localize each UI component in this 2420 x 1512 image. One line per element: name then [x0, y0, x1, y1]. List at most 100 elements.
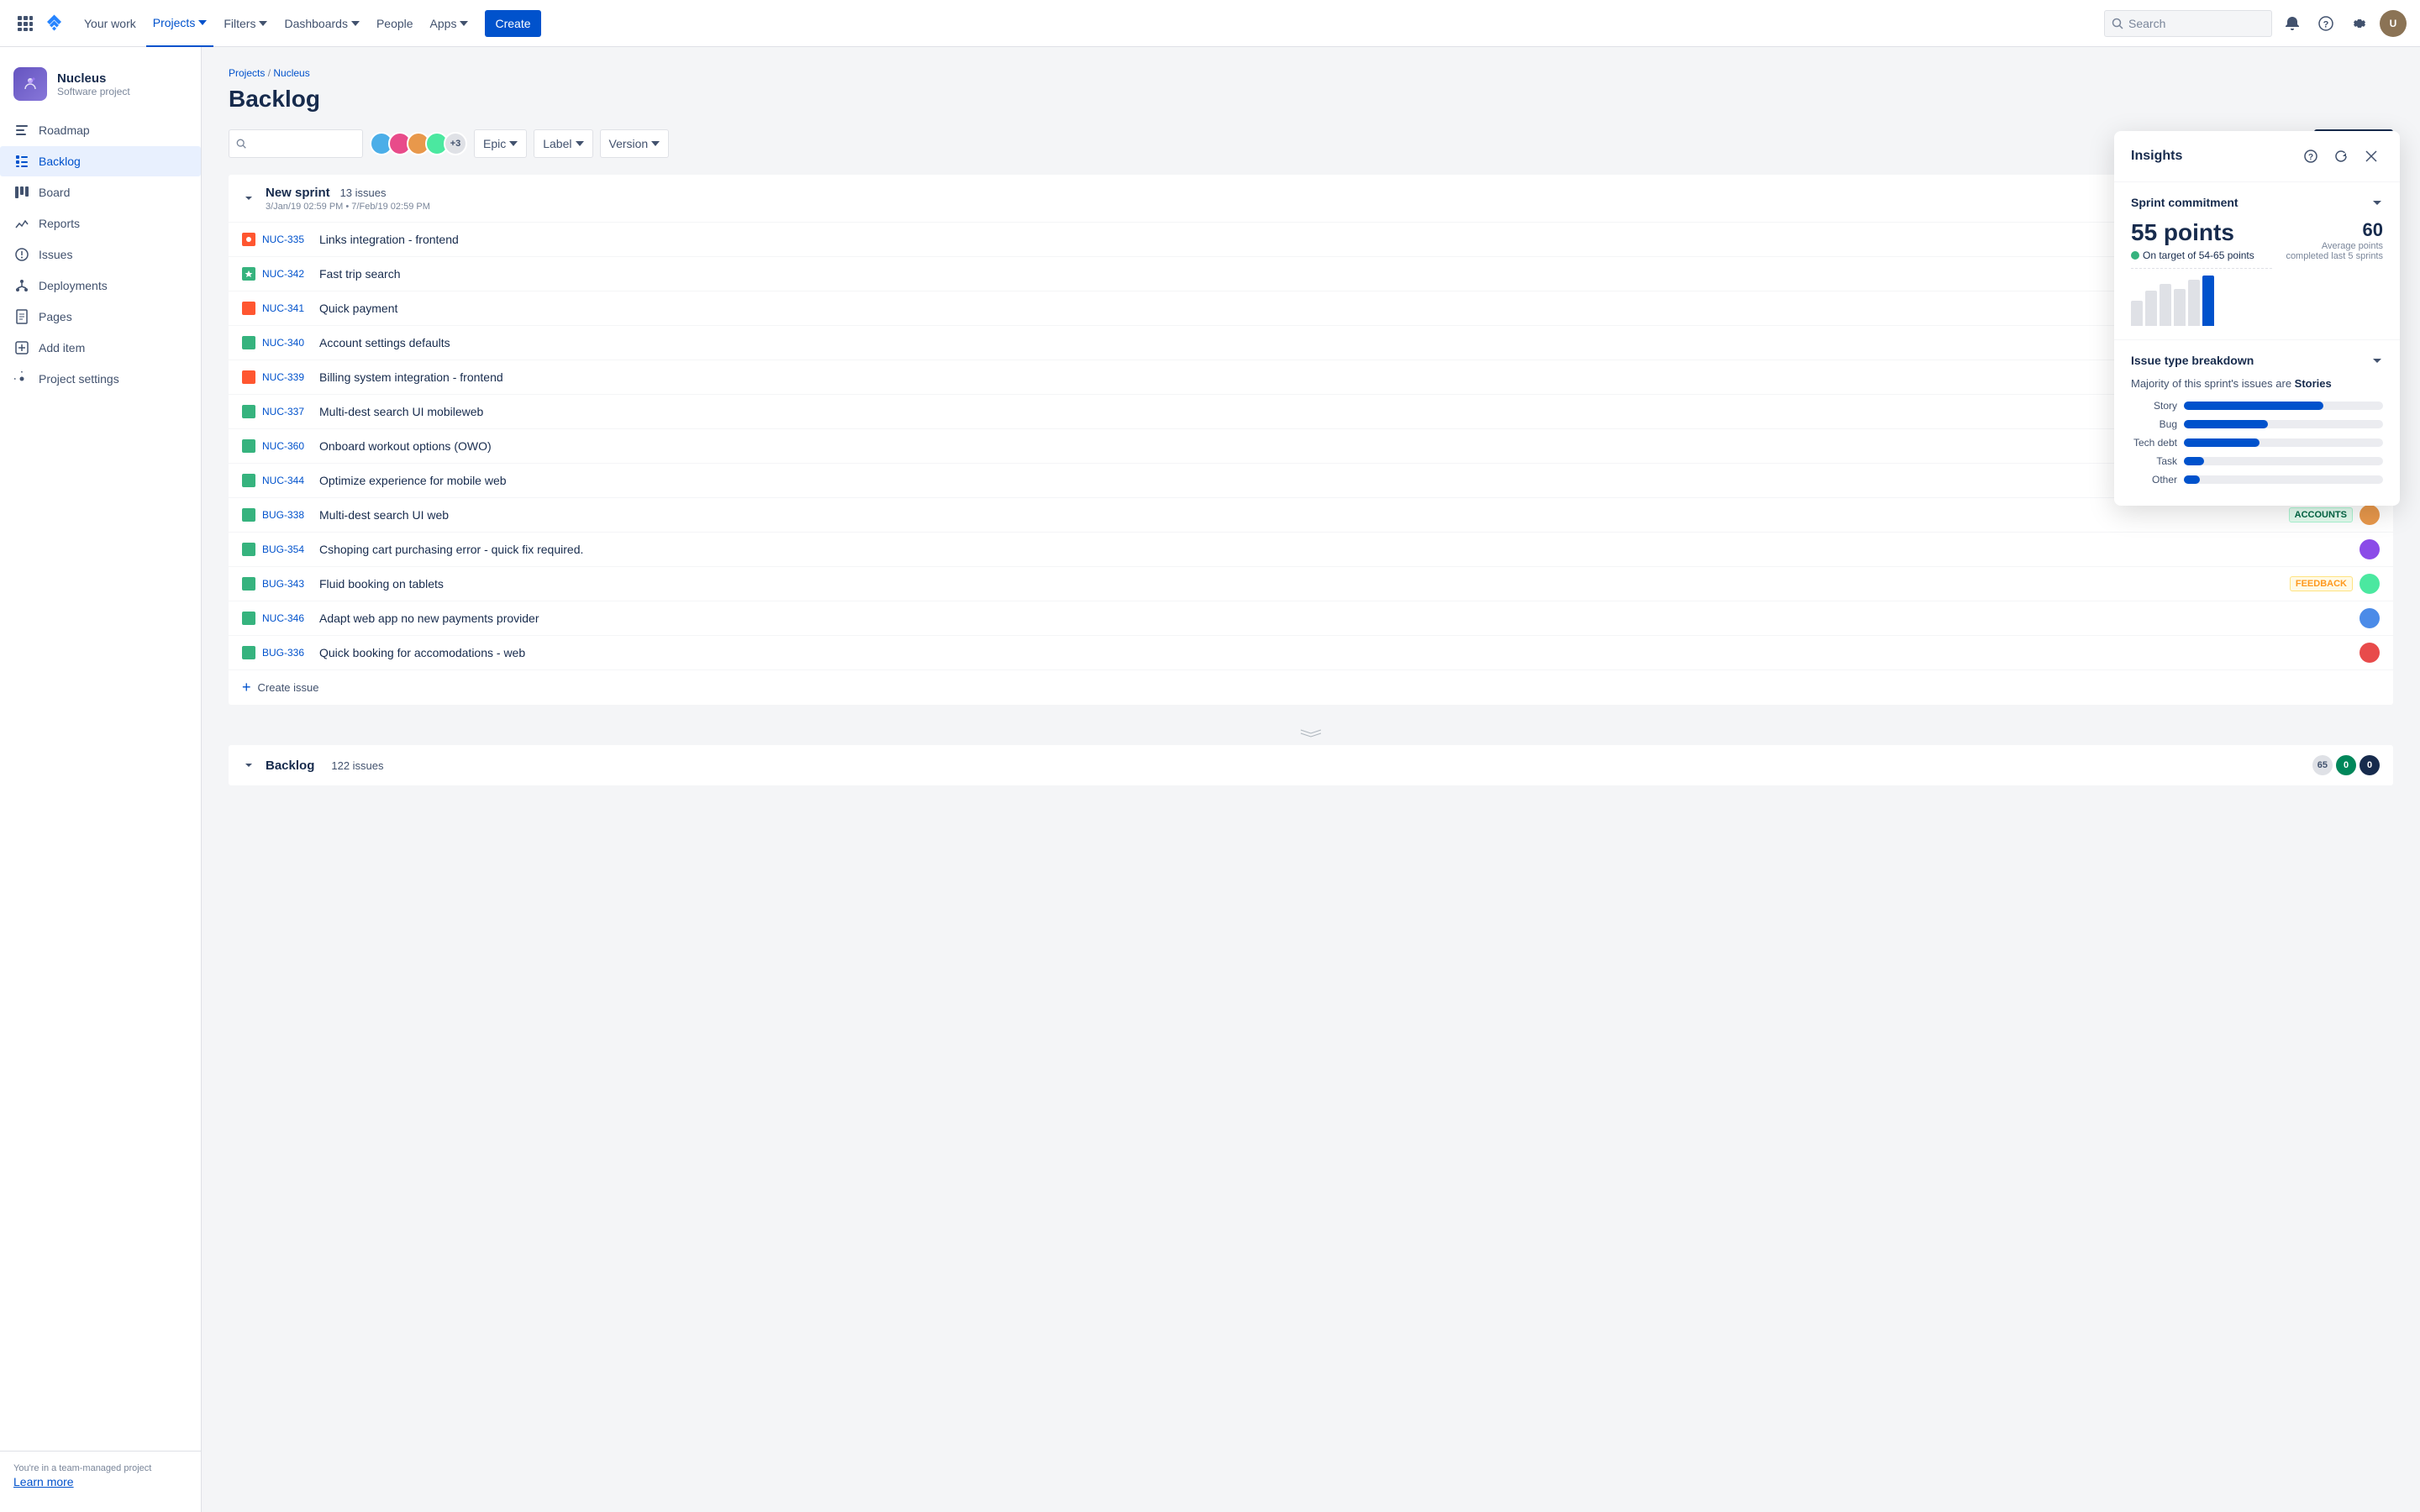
insights-close-button[interactable]	[2360, 144, 2383, 168]
reports-icon	[13, 215, 30, 232]
create-issue-row[interactable]: + Create issue	[229, 670, 2393, 705]
issue-id[interactable]: BUG-338	[262, 509, 313, 521]
issue-id[interactable]: NUC-342	[262, 268, 313, 280]
issue-id[interactable]: NUC-337	[262, 406, 313, 417]
breadcrumb: Projects / Nucleus	[229, 67, 2393, 79]
page-title: Backlog	[229, 86, 2393, 113]
nav-apps[interactable]: Apps	[424, 0, 476, 47]
main-content: Projects / Nucleus Backlog +3	[202, 47, 2420, 1512]
user-avatar[interactable]: U	[2380, 10, 2407, 37]
backlog-collapse-toggle[interactable]	[242, 759, 255, 772]
version-filter[interactable]: Version	[600, 129, 670, 158]
settings-button[interactable]	[2346, 10, 2373, 37]
issue-title: Fast trip search	[319, 267, 2282, 281]
issue-id[interactable]: NUC-346	[262, 612, 313, 624]
backlog-search-input[interactable]	[251, 137, 355, 150]
table-row[interactable]: BUG-343 Fluid booking on tablets FEEDBAC…	[229, 567, 2393, 601]
avatar-overflow[interactable]: +3	[444, 132, 467, 155]
breadcrumb-projects[interactable]: Projects	[229, 67, 265, 79]
project-avatar	[13, 67, 47, 101]
issue-id[interactable]: NUC-344	[262, 475, 313, 486]
table-row[interactable]: NUC-337 Multi-dest search UI mobileweb A…	[229, 395, 2393, 429]
table-row[interactable]: NUC-342 Fast trip search ACCOUNTS	[229, 257, 2393, 291]
issue-label[interactable]: FEEDBACK	[2290, 576, 2353, 591]
issue-id[interactable]: NUC-335	[262, 234, 313, 245]
avatar-group: +3	[370, 132, 467, 155]
grid-menu-icon[interactable]	[13, 12, 37, 35]
help-button[interactable]: ?	[2312, 10, 2339, 37]
issue-id[interactable]: BUG-343	[262, 578, 313, 590]
table-row[interactable]: NUC-339 Billing system integration - fro…	[229, 360, 2393, 395]
create-button[interactable]: Create	[485, 10, 540, 37]
sidebar-item-issues[interactable]: Issues	[0, 239, 201, 270]
table-row[interactable]: NUC-335 Links integration - frontend BIL…	[229, 223, 2393, 257]
breadcrumb-nucleus[interactable]: Nucleus	[273, 67, 309, 79]
issue-id[interactable]: NUC-340	[262, 337, 313, 349]
sidebar-item-add-item[interactable]: Add item	[0, 333, 201, 363]
breakdown-row-task: Task	[2131, 455, 2383, 467]
issue-type-icon	[242, 474, 255, 487]
sidebar-item-pages[interactable]: Pages	[0, 302, 201, 332]
sidebar-item-roadmap[interactable]: Roadmap	[0, 115, 201, 145]
issue-id[interactable]: BUG-354	[262, 543, 313, 555]
breakdown-expand-icon[interactable]	[2371, 354, 2383, 366]
table-row[interactable]: NUC-360 Onboard workout options (OWO) AC…	[229, 429, 2393, 464]
sidebar-item-board[interactable]: Board	[0, 177, 201, 207]
sidebar-item-deployments[interactable]: Deployments	[0, 270, 201, 301]
backlog-title: Backlog	[266, 759, 314, 773]
label-filter[interactable]: Label	[534, 129, 592, 158]
issue-id[interactable]: BUG-336	[262, 647, 313, 659]
nav-dashboards[interactable]: Dashboards	[277, 0, 366, 47]
issue-label[interactable]: ACCOUNTS	[2289, 507, 2353, 522]
sprint-divider[interactable]	[229, 718, 2393, 745]
nav-projects[interactable]: Projects	[146, 0, 214, 47]
commitment-expand-icon[interactable]	[2371, 197, 2383, 208]
add-item-icon	[13, 339, 30, 356]
top-navigation: Your work Projects Filters Dashboards Pe…	[0, 0, 2420, 47]
table-row[interactable]: NUC-346 Adapt web app no new payments pr…	[229, 601, 2393, 636]
search-box[interactable]: Search	[2104, 10, 2272, 37]
learn-more-link[interactable]: Learn more	[13, 1475, 187, 1488]
backlog-header: Backlog 122 issues 65 0 0	[229, 745, 2393, 785]
sprint-collapse-toggle[interactable]	[242, 192, 255, 205]
epic-filter[interactable]: Epic	[474, 129, 527, 158]
backlog-search-box[interactable]	[229, 129, 363, 158]
issue-type-icon	[242, 508, 255, 522]
create-issue-label: Create issue	[258, 681, 319, 694]
insights-help-button[interactable]: ?	[2299, 144, 2323, 168]
table-row[interactable]: BUG-338 Multi-dest search UI web ACCOUNT…	[229, 498, 2393, 533]
issue-title: Multi-dest search UI web	[319, 508, 2282, 522]
table-row[interactable]: NUC-344 Optimize experience for mobile w…	[229, 464, 2393, 498]
sidebar-footer: You're in a team-managed project Learn m…	[0, 1451, 201, 1499]
notifications-button[interactable]	[2279, 10, 2306, 37]
issue-type-icon	[242, 336, 255, 349]
backlog-badge-dark: 0	[2360, 755, 2380, 775]
issue-avatar	[2360, 505, 2380, 525]
table-row[interactable]: BUG-354 Cshoping cart purchasing error -…	[229, 533, 2393, 567]
issue-avatar	[2360, 539, 2380, 559]
sidebar-item-backlog[interactable]: Backlog	[0, 146, 201, 176]
jira-logo[interactable]	[40, 10, 67, 37]
avg-label: 60 Average points completed last 5 sprin…	[2286, 219, 2383, 261]
issue-id[interactable]: NUC-360	[262, 440, 313, 452]
nav-people[interactable]: People	[370, 0, 420, 47]
insights-refresh-button[interactable]	[2329, 144, 2353, 168]
issue-id[interactable]: NUC-339	[262, 371, 313, 383]
issue-title: Fluid booking on tablets	[319, 577, 2283, 591]
backlog-badge-gray: 65	[2312, 755, 2333, 775]
sprint-issue-count: 13 issues	[340, 186, 387, 199]
chart-bar-active	[2202, 276, 2214, 326]
insights-panel: Insights ?	[2114, 131, 2400, 506]
issue-type-icon	[242, 439, 255, 453]
nav-your-work[interactable]: Your work	[77, 0, 143, 47]
table-row[interactable]: NUC-340 Account settings defaults ACCOUN…	[229, 326, 2393, 360]
nav-filters[interactable]: Filters	[217, 0, 274, 47]
sidebar-navigation: Roadmap Backlog Board Reports	[0, 114, 201, 1451]
table-row[interactable]: NUC-341 Quick payment FEEDBACK	[229, 291, 2393, 326]
issue-breakdown-title: Issue type breakdown	[2131, 354, 2383, 367]
issue-id[interactable]: NUC-341	[262, 302, 313, 314]
table-row[interactable]: BUG-336 Quick booking for accomodations …	[229, 636, 2393, 670]
chart-bar	[2145, 291, 2157, 326]
sidebar-item-project-settings[interactable]: Project settings	[0, 364, 201, 394]
sidebar-item-reports[interactable]: Reports	[0, 208, 201, 239]
